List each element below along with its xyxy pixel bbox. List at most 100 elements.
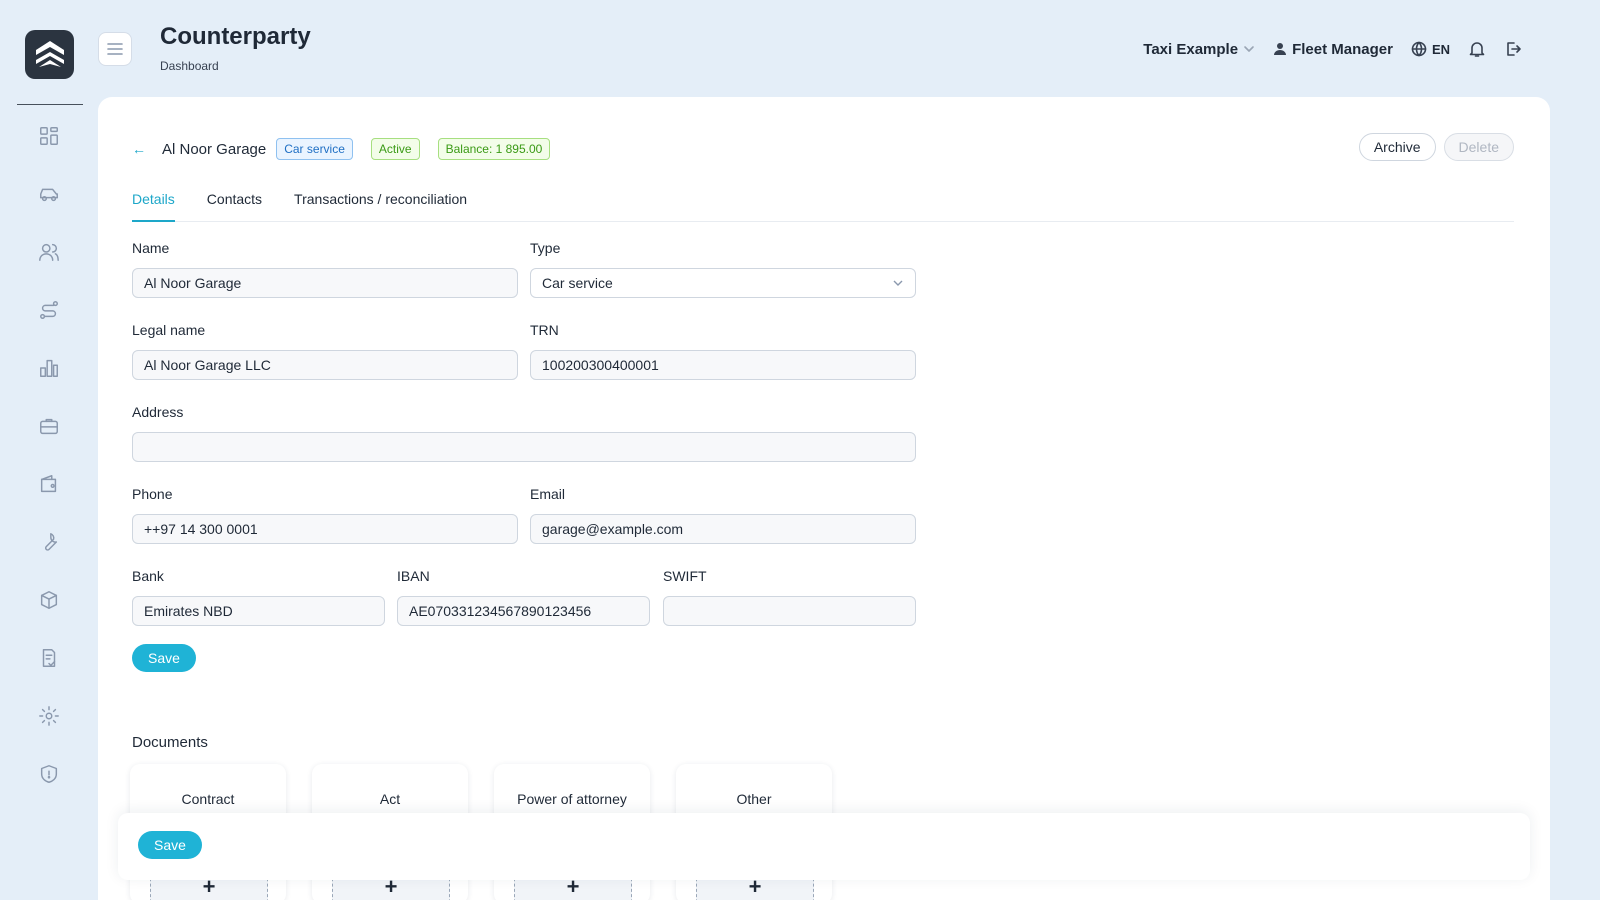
wallet-icon (40, 475, 57, 493)
sticky-save-bar: Save (118, 813, 1530, 880)
plus-icon: + (748, 874, 762, 899)
user-name: Fleet Manager (1292, 40, 1393, 58)
chevron-down-icon (1244, 46, 1254, 52)
entity-header: ← Al Noor Garage Car service Active Bala… (132, 137, 568, 161)
sidebar-item-settings[interactable] (33, 700, 65, 732)
tab-bar: Details Contacts Transactions / reconcil… (132, 191, 1514, 222)
email-input[interactable]: garage@example.com (530, 514, 916, 544)
logo-icon (35, 40, 64, 67)
sidebar-item-security[interactable] (33, 758, 65, 790)
user-icon (1274, 43, 1287, 55)
box-icon (40, 591, 58, 609)
document-label: Act (379, 791, 401, 807)
swift-label: SWIFT (663, 568, 707, 584)
sidebar-item-maintenance[interactable] (33, 526, 65, 558)
iban-field-group: IBAN AE070331234567890123456 (397, 568, 650, 626)
status-badge: Active (370, 138, 420, 160)
type-field-group: Type Car service (530, 240, 916, 298)
logout-icon (1507, 42, 1521, 56)
shield-icon (40, 765, 58, 783)
document-label: Other (736, 791, 772, 807)
plus-icon: + (384, 874, 398, 899)
sidebar-item-inventory[interactable] (33, 584, 65, 616)
sidebar-item-business[interactable] (33, 410, 65, 442)
bank-field-group: Bank Emirates NBD (132, 568, 385, 626)
company-name: Taxi Example (1143, 40, 1239, 58)
name-label: Name (132, 240, 170, 256)
header-controls: Taxi Example Fleet Manager EN (1143, 38, 1522, 60)
sidebar (0, 0, 98, 900)
name-input[interactable]: Al Noor Garage (132, 268, 518, 298)
iban-label: IBAN (397, 568, 430, 584)
chart-icon (40, 359, 58, 377)
breadcrumb[interactable]: Dashboard (160, 59, 219, 73)
entity-name: Al Noor Garage (162, 140, 267, 158)
phone-input[interactable]: ++97 14 300 0001 (132, 514, 518, 544)
logout-button[interactable] (1504, 40, 1522, 58)
route-icon (40, 301, 58, 319)
bank-label: Bank (132, 568, 164, 584)
document-label: Power of attorney (517, 791, 627, 807)
back-button[interactable]: ← (132, 141, 148, 157)
app-logo[interactable] (25, 30, 74, 79)
delete-button[interactable]: Delete (1443, 133, 1514, 161)
counterparty-card: ← Al Noor Garage Car service Active Bala… (98, 97, 1550, 900)
swift-input[interactable] (663, 596, 916, 626)
type-select[interactable]: Car service (530, 268, 916, 298)
address-input[interactable] (132, 432, 916, 462)
trn-label: TRN (530, 322, 559, 338)
user-menu[interactable]: Fleet Manager (1273, 41, 1393, 58)
entity-actions: Archive Delete (1358, 133, 1514, 161)
language-selector[interactable]: EN (1411, 41, 1450, 57)
menu-toggle-button[interactable] (98, 32, 132, 66)
globe-icon (1411, 41, 1427, 57)
gear-icon (39, 706, 59, 726)
company-selector[interactable]: Taxi Example (1143, 41, 1255, 58)
plus-icon: + (202, 874, 216, 899)
sidebar-item-vehicles[interactable] (33, 178, 65, 210)
notifications-button[interactable] (1468, 40, 1486, 58)
plus-icon: + (566, 874, 580, 899)
archive-button[interactable]: Archive (1358, 133, 1436, 161)
wrench-icon (45, 533, 58, 551)
save-button[interactable]: Save (132, 644, 196, 672)
bank-input[interactable]: Emirates NBD (132, 596, 385, 626)
briefcase-icon (40, 418, 58, 435)
tab-contacts[interactable]: Contacts (207, 191, 262, 222)
tab-details[interactable]: Details (132, 191, 175, 222)
chevron-down-icon (893, 280, 903, 286)
checklist-icon (42, 649, 56, 667)
address-label: Address (132, 404, 184, 420)
users-icon (39, 243, 59, 261)
document-label: Contract (181, 791, 235, 807)
name-field-group: Name Al Noor Garage (132, 240, 518, 298)
car-icon (40, 188, 58, 202)
trn-input[interactable]: 100200300400001 (530, 350, 916, 380)
tab-transactions[interactable]: Transactions / reconciliation (294, 191, 467, 222)
dashboard-icon (40, 127, 58, 145)
trn-field-group: TRN 100200300400001 (530, 322, 916, 380)
type-label: Type (530, 240, 561, 256)
address-field-group: Address (132, 404, 916, 462)
iban-input[interactable]: AE070331234567890123456 (397, 596, 650, 626)
legal-name-input[interactable]: Al Noor Garage LLC (132, 350, 518, 380)
sidebar-item-tasks[interactable] (33, 642, 65, 674)
bell-icon (1469, 42, 1485, 57)
sidebar-item-dashboard[interactable] (33, 120, 65, 152)
language-code: EN (1431, 41, 1450, 57)
type-badge: Car service (276, 138, 353, 160)
phone-field-group: Phone ++97 14 300 0001 (132, 486, 518, 544)
sidebar-divider (17, 104, 83, 105)
email-label: Email (530, 486, 566, 502)
legal-name-field-group: Legal name Al Noor Garage LLC (132, 322, 518, 380)
sidebar-item-routes[interactable] (33, 294, 65, 326)
sticky-save-button[interactable]: Save (138, 831, 202, 859)
sidebar-item-finance[interactable] (33, 468, 65, 500)
sidebar-item-users[interactable] (33, 236, 65, 268)
documents-title: Documents (132, 734, 208, 751)
sidebar-item-reports[interactable] (33, 352, 65, 384)
swift-field-group: SWIFT (663, 568, 916, 626)
hamburger-icon (107, 43, 123, 55)
email-field-group: Email garage@example.com (530, 486, 916, 544)
page-title: Counterparty (160, 23, 311, 50)
